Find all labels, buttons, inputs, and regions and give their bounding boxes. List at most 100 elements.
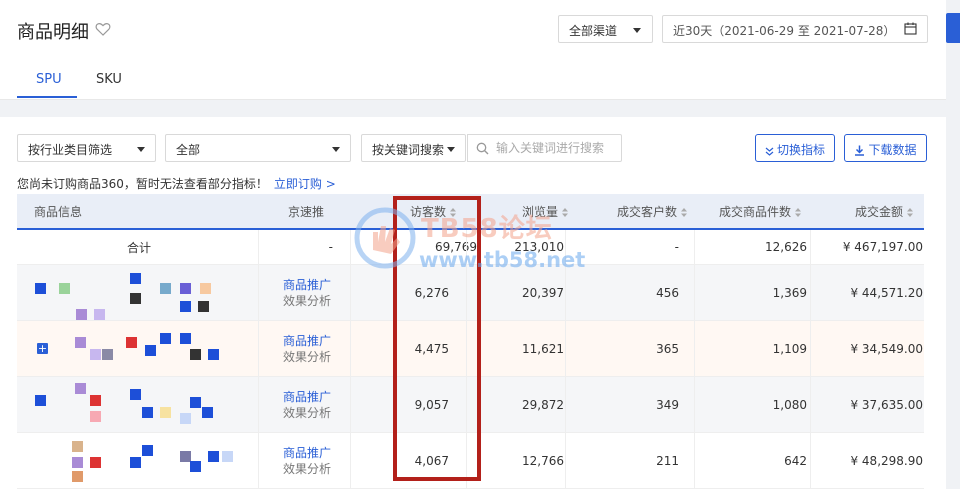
promotion-links: 商品推广 效果分析 bbox=[276, 265, 368, 320]
product-image-pixelated bbox=[32, 439, 262, 483]
pageviews-value: 29,872 bbox=[522, 397, 564, 412]
total-label: 合计 bbox=[127, 240, 152, 255]
keyword-search-box bbox=[467, 134, 622, 162]
amount-value: ¥ 37,635.00 bbox=[850, 397, 923, 412]
switch-metrics-label: 切换指标 bbox=[776, 143, 825, 157]
amount-value: ¥ 48,298.90 bbox=[850, 453, 923, 468]
active-tab-indicator bbox=[17, 96, 77, 98]
promotion-links: 商品推广 效果分析 bbox=[276, 321, 368, 376]
column-divider bbox=[565, 377, 566, 432]
switch-metrics-button[interactable]: 切换指标 bbox=[755, 134, 835, 162]
header-panel: 商品明细 全部渠道 近30天（2021-06-29 至 2021-07-28） … bbox=[0, 0, 946, 100]
column-divider bbox=[350, 265, 351, 320]
column-divider bbox=[810, 377, 811, 432]
page-title: 商品明细 bbox=[17, 22, 89, 43]
units-value: 1,109 bbox=[772, 341, 807, 356]
amount-value: ¥ 34,549.00 bbox=[850, 341, 923, 356]
buyers-value: 365 bbox=[656, 341, 679, 356]
column-divider bbox=[565, 265, 566, 320]
column-header-amount[interactable]: 成交金额 bbox=[855, 194, 914, 230]
column-header-jingsutui: 京速推 bbox=[288, 205, 325, 219]
column-divider bbox=[694, 377, 695, 432]
column-divider bbox=[694, 230, 695, 264]
effect-analysis-text: 效果分析 bbox=[283, 293, 332, 308]
download-data-button[interactable]: 下载数据 bbox=[844, 134, 927, 162]
tab-sku[interactable]: SKU bbox=[96, 72, 122, 87]
amount-header-label: 成交金额 bbox=[855, 205, 904, 219]
units-value: 642 bbox=[784, 453, 807, 468]
keyword-mode-value: 按关键词搜索 bbox=[372, 143, 445, 157]
product-promotion-link[interactable]: 商品推广 bbox=[283, 445, 368, 461]
pageviews-value: 11,621 bbox=[522, 341, 564, 356]
side-panel-toggle[interactable] bbox=[946, 13, 960, 43]
column-divider bbox=[694, 265, 695, 320]
column-divider bbox=[810, 433, 811, 488]
channel-select-value: 全部渠道 bbox=[569, 24, 618, 38]
search-icon bbox=[476, 142, 489, 155]
pageviews-value: 20,397 bbox=[522, 285, 564, 300]
product-promotion-link[interactable]: 商品推广 bbox=[283, 277, 368, 293]
keyword-search-input[interactable] bbox=[496, 139, 618, 157]
double-chevron-down-icon bbox=[765, 147, 774, 156]
buyers-value: 211 bbox=[656, 453, 679, 468]
column-divider bbox=[565, 433, 566, 488]
category-filter-value: 全部 bbox=[176, 143, 201, 157]
column-divider bbox=[350, 321, 351, 376]
column-divider bbox=[258, 265, 259, 320]
effect-analysis-text: 效果分析 bbox=[283, 461, 332, 476]
tab-spu[interactable]: SPU bbox=[36, 72, 62, 87]
product-promotion-link[interactable]: 商品推广 bbox=[283, 389, 368, 405]
caret-down-icon bbox=[633, 28, 641, 33]
column-divider bbox=[258, 433, 259, 488]
units-header-label: 成交商品件数 bbox=[719, 205, 792, 219]
column-divider bbox=[565, 230, 566, 264]
total-jingsutui: - bbox=[328, 240, 333, 254]
product-image-pixelated bbox=[32, 383, 262, 427]
column-header-product-info: 商品信息 bbox=[34, 205, 83, 219]
effect-analysis-text: 效果分析 bbox=[283, 349, 332, 364]
product-promotion-link[interactable]: 商品推广 bbox=[283, 333, 368, 349]
channel-select[interactable]: 全部渠道 bbox=[558, 15, 653, 43]
notice-text: 您尚未订购商品360，暂时无法查看部分指标！ bbox=[17, 177, 268, 191]
column-divider bbox=[565, 321, 566, 376]
buyers-value: 456 bbox=[656, 285, 679, 300]
category-filter-select[interactable]: 全部 bbox=[165, 134, 351, 162]
total-pageviews: 213,010 bbox=[514, 240, 564, 254]
date-range-value: 近30天（2021-06-29 至 2021-07-28） bbox=[673, 24, 896, 38]
column-divider bbox=[810, 230, 811, 264]
column-divider bbox=[694, 433, 695, 488]
column-divider bbox=[810, 321, 811, 376]
caret-down-icon bbox=[447, 147, 455, 152]
column-divider bbox=[258, 230, 259, 264]
product-image-pixelated bbox=[32, 271, 262, 320]
sort-icon bbox=[562, 208, 569, 217]
column-divider bbox=[350, 433, 351, 488]
download-icon bbox=[855, 145, 865, 156]
sort-icon bbox=[907, 208, 914, 217]
column-header-units[interactable]: 成交商品件数 bbox=[719, 194, 802, 230]
column-header-pageviews[interactable]: 浏览量 bbox=[522, 194, 569, 230]
column-header-buyers[interactable]: 成交客户数 bbox=[617, 194, 688, 230]
units-value: 1,369 bbox=[772, 285, 807, 300]
subscribe-now-link[interactable]: 立即订购 > bbox=[274, 177, 336, 191]
industry-filter-select[interactable]: 按行业类目筛选 bbox=[17, 134, 156, 162]
units-value: 1,080 bbox=[772, 397, 807, 412]
sort-icon bbox=[681, 208, 688, 217]
buyers-value: 349 bbox=[656, 397, 679, 412]
column-divider bbox=[350, 230, 351, 264]
industry-filter-value: 按行业类目筛选 bbox=[28, 143, 113, 157]
keyword-mode-select[interactable]: 按关键词搜索 bbox=[361, 134, 466, 162]
column-divider bbox=[810, 265, 811, 320]
caret-down-icon bbox=[137, 147, 145, 152]
date-range-picker[interactable]: 近30天（2021-06-29 至 2021-07-28） bbox=[662, 15, 928, 43]
total-units: 12,626 bbox=[765, 240, 807, 254]
buyers-header-label: 成交客户数 bbox=[617, 205, 678, 219]
pageviews-header-label: 浏览量 bbox=[522, 205, 559, 219]
pageviews-value: 12,766 bbox=[522, 453, 564, 468]
column-divider bbox=[258, 377, 259, 432]
amount-value: ¥ 44,571.20 bbox=[850, 285, 923, 300]
favorite-heart-icon[interactable] bbox=[95, 21, 111, 37]
sort-icon bbox=[795, 208, 802, 217]
effect-analysis-text: 效果分析 bbox=[283, 405, 332, 420]
total-buyers: - bbox=[674, 240, 679, 254]
